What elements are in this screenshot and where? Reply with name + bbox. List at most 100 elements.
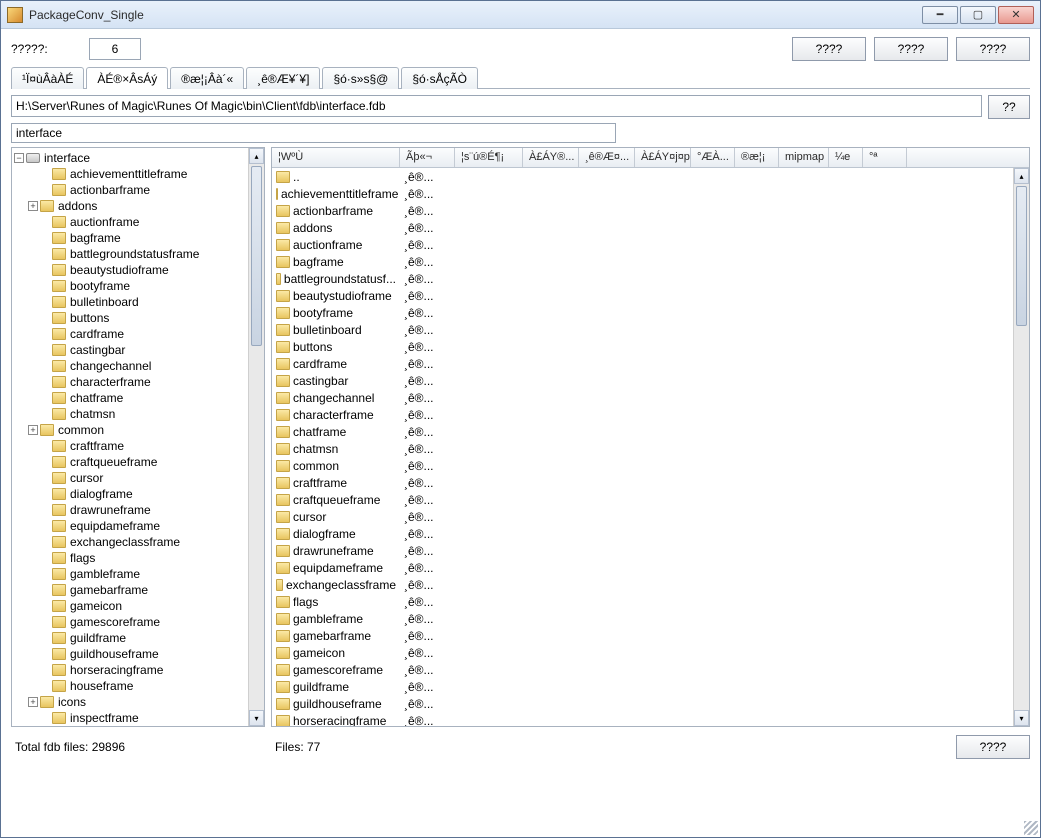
list-row[interactable]: gambleframe¸ê®...	[272, 610, 1029, 627]
tree-item[interactable]: battlegroundstatusframe	[12, 246, 264, 262]
list-row[interactable]: changechannel¸ê®...	[272, 389, 1029, 406]
tree-item[interactable]: drawruneframe	[12, 502, 264, 518]
tab-2[interactable]: ®æ¦¡Âà´«	[170, 67, 244, 89]
tree-item[interactable]: exchangeclassframe	[12, 534, 264, 550]
tree-item[interactable]: changechannel	[12, 358, 264, 374]
tree-item[interactable]: gamescoreframe	[12, 614, 264, 630]
tree-item[interactable]: houseframe	[12, 678, 264, 694]
list-row[interactable]: guildframe¸ê®...	[272, 678, 1029, 695]
column-header[interactable]: °ÆÀ...	[691, 148, 735, 167]
list-row[interactable]: battlegroundstatusf...¸ê®...	[272, 270, 1029, 287]
list-row[interactable]: craftframe¸ê®...	[272, 474, 1029, 491]
tree-scroll-thumb[interactable]	[251, 166, 262, 346]
list-row[interactable]: drawruneframe¸ê®...	[272, 542, 1029, 559]
tree-scrollbar[interactable]: ▴ ▾	[248, 148, 264, 726]
list-row[interactable]: characterframe¸ê®...	[272, 406, 1029, 423]
tree-root[interactable]: −interface	[12, 150, 264, 166]
tree-item[interactable]: castingbar	[12, 342, 264, 358]
tree-item[interactable]: chatmsn	[12, 406, 264, 422]
tree-item[interactable]: +icons	[12, 694, 264, 710]
maximize-button[interactable]: ▢	[960, 6, 996, 24]
column-header[interactable]: À£ÁY®...	[523, 148, 579, 167]
list-row[interactable]: dialogframe¸ê®...	[272, 525, 1029, 542]
tree-item[interactable]: gamebarframe	[12, 582, 264, 598]
column-header[interactable]: °ª	[863, 148, 907, 167]
scroll-down-icon[interactable]: ▾	[249, 710, 264, 726]
tree-item[interactable]: actionbarframe	[12, 182, 264, 198]
scroll-down-icon[interactable]: ▾	[1014, 710, 1029, 726]
list-row[interactable]: gamebarframe¸ê®...	[272, 627, 1029, 644]
expand-icon[interactable]: +	[28, 425, 38, 435]
list-row[interactable]: cardframe¸ê®...	[272, 355, 1029, 372]
top-number-input[interactable]	[89, 38, 141, 60]
tree-item[interactable]: bulletinboard	[12, 294, 264, 310]
list-row[interactable]: actionbarframe¸ê®...	[272, 202, 1029, 219]
scroll-up-icon[interactable]: ▴	[249, 148, 264, 164]
column-header[interactable]: ¼e	[829, 148, 863, 167]
resize-grip-icon[interactable]	[1024, 821, 1038, 835]
list-row[interactable]: chatframe¸ê®...	[272, 423, 1029, 440]
path-input[interactable]	[11, 95, 982, 117]
tree-item[interactable]: craftqueueframe	[12, 454, 264, 470]
list-row[interactable]: chatmsn¸ê®...	[272, 440, 1029, 457]
expand-icon[interactable]: +	[28, 201, 38, 211]
list-row[interactable]: exchangeclassframe¸ê®...	[272, 576, 1029, 593]
list-row[interactable]: common¸ê®...	[272, 457, 1029, 474]
list-row[interactable]: bagframe¸ê®...	[272, 253, 1029, 270]
tree-item[interactable]: +common	[12, 422, 264, 438]
list-scrollbar[interactable]: ▴ ▾	[1013, 168, 1029, 726]
list-row[interactable]: beautystudioframe¸ê®...	[272, 287, 1029, 304]
status-button[interactable]: ????	[956, 735, 1030, 759]
list-row[interactable]: gameicon¸ê®...	[272, 644, 1029, 661]
list-row[interactable]: gamescoreframe¸ê®...	[272, 661, 1029, 678]
list-row[interactable]: flags¸ê®...	[272, 593, 1029, 610]
tree-item[interactable]: flags	[12, 550, 264, 566]
subpath-input[interactable]	[11, 123, 616, 143]
tree-item[interactable]: dialogframe	[12, 486, 264, 502]
tree-item[interactable]: characterframe	[12, 374, 264, 390]
list-row[interactable]: guildhouseframe¸ê®...	[272, 695, 1029, 712]
tree-item[interactable]: equipdameframe	[12, 518, 264, 534]
list-row[interactable]: auctionframe¸ê®...	[272, 236, 1029, 253]
list-row[interactable]: equipdameframe¸ê®...	[272, 559, 1029, 576]
tree-item[interactable]: achievementtitleframe	[12, 166, 264, 182]
tab-4[interactable]: §ó·s»s§@	[322, 67, 399, 89]
list-row[interactable]: castingbar¸ê®...	[272, 372, 1029, 389]
list-row[interactable]: ..¸ê®...	[272, 168, 1029, 185]
list-row[interactable]: bootyframe¸ê®...	[272, 304, 1029, 321]
list-row[interactable]: addons¸ê®...	[272, 219, 1029, 236]
list-scroll-thumb[interactable]	[1016, 186, 1027, 326]
close-button[interactable]: ✕	[998, 6, 1034, 24]
tree-item[interactable]: guildframe	[12, 630, 264, 646]
tree-item[interactable]: bagframe	[12, 230, 264, 246]
top-button-3[interactable]: ????	[956, 37, 1030, 61]
minimize-button[interactable]: ━	[922, 6, 958, 24]
path-browse-button[interactable]: ??	[988, 95, 1030, 119]
list-row[interactable]: horseracingframe¸ê®...	[272, 712, 1029, 726]
scroll-up-icon[interactable]: ▴	[1014, 168, 1029, 184]
tab-0[interactable]: ¹Ï¤ùÂàÀÉ	[11, 67, 84, 89]
column-header[interactable]: À£ÁY¤j¤p	[635, 148, 691, 167]
tree-item[interactable]: +addons	[12, 198, 264, 214]
tree-item[interactable]: craftframe	[12, 438, 264, 454]
list-row[interactable]: achievementtitleframe¸ê®...	[272, 185, 1029, 202]
tree-item[interactable]: chatframe	[12, 390, 264, 406]
top-button-2[interactable]: ????	[874, 37, 948, 61]
list-row[interactable]: bulletinboard¸ê®...	[272, 321, 1029, 338]
tree-item[interactable]: gameicon	[12, 598, 264, 614]
tree-item[interactable]: cardframe	[12, 326, 264, 342]
list-row[interactable]: buttons¸ê®...	[272, 338, 1029, 355]
column-header[interactable]: Ãþ«¬	[400, 148, 455, 167]
tree-item[interactable]: gambleframe	[12, 566, 264, 582]
tree-item[interactable]: buttons	[12, 310, 264, 326]
tab-5[interactable]: §ó·sÅçÃÒ	[401, 67, 478, 89]
column-header[interactable]: ¦s¨ú®É¶¡	[455, 148, 523, 167]
tree-item[interactable]: bootyframe	[12, 278, 264, 294]
top-button-1[interactable]: ????	[792, 37, 866, 61]
column-header[interactable]: ¦WºÙ	[272, 148, 400, 167]
tree-item[interactable]: guildhouseframe	[12, 646, 264, 662]
tab-1[interactable]: ÀÉ®×ÂsÁý	[86, 67, 168, 89]
tab-3[interactable]: ¸ê®Æ¥´¥]	[246, 67, 320, 89]
column-header[interactable]: ®æ¦¡	[735, 148, 779, 167]
list-row[interactable]: cursor¸ê®...	[272, 508, 1029, 525]
